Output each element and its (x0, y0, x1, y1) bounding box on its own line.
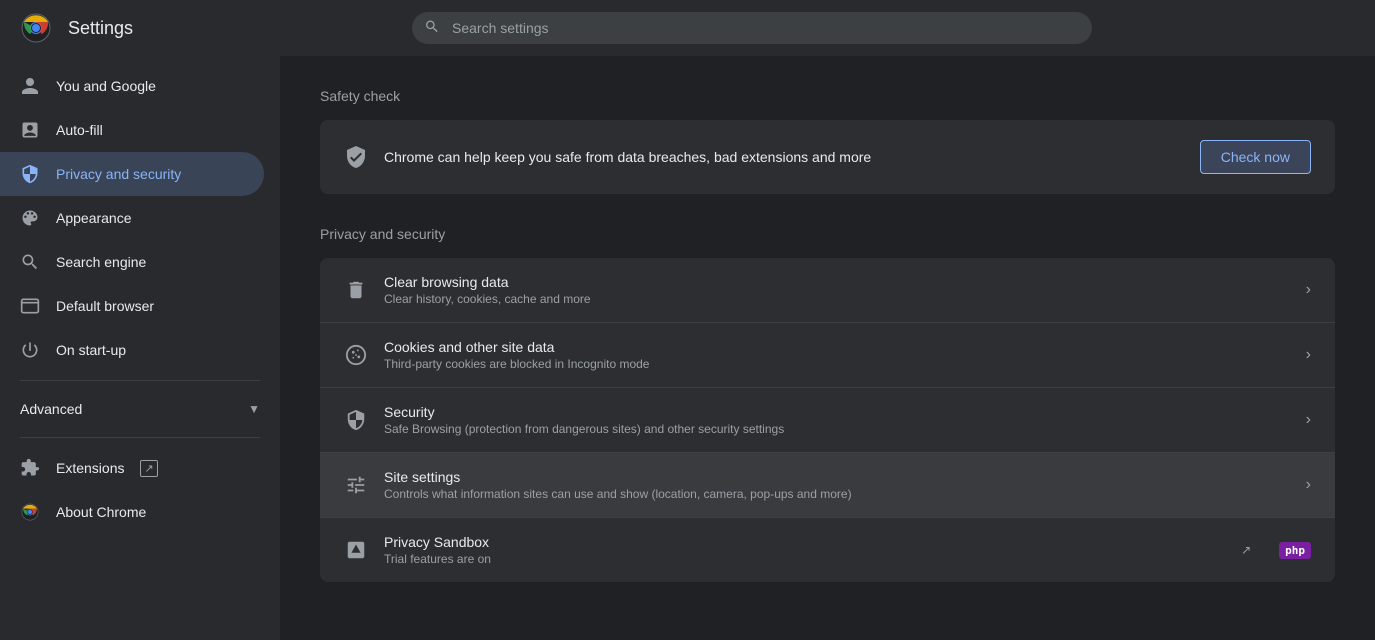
privacy-item-privacy-sandbox[interactable]: Privacy Sandbox Trial features are on ↗ … (320, 518, 1335, 582)
sidebar-item-default-browser[interactable]: Default browser (0, 284, 264, 328)
sidebar-item-appearance[interactable]: Appearance (0, 196, 264, 240)
external-link-icon-sandbox: ↗ (1241, 543, 1251, 557)
default-browser-label: Default browser (56, 298, 154, 314)
default-browser-icon (20, 296, 40, 316)
sidebar-item-privacy-security[interactable]: Privacy and security (0, 152, 264, 196)
safety-check-description: Chrome can help keep you safe from data … (384, 149, 1184, 165)
sidebar-advanced-section[interactable]: Advanced ▼ (0, 389, 280, 429)
topbar: Settings (0, 0, 1375, 56)
sidebar-divider (20, 380, 260, 381)
autofill-icon (20, 120, 40, 140)
sidebar-item-search-engine[interactable]: Search engine (0, 240, 264, 284)
site-settings-subtitle: Controls what information sites can use … (384, 487, 1290, 501)
safety-check-card: Chrome can help keep you safe from data … (320, 120, 1335, 194)
site-settings-content: Site settings Controls what information … (384, 469, 1290, 501)
search-input[interactable] (412, 12, 1092, 44)
arrow-right-icon-2: › (1306, 411, 1311, 429)
about-chrome-icon (20, 502, 40, 522)
about-chrome-label: About Chrome (56, 504, 146, 520)
trash-icon (344, 278, 368, 302)
palette-icon (20, 208, 40, 228)
site-settings-icon (344, 473, 368, 497)
check-now-button[interactable]: Check now (1200, 140, 1311, 174)
you-and-google-label: You and Google (56, 78, 156, 94)
safety-check-title: Safety check (320, 88, 1335, 104)
content-area: Safety check Chrome can help keep you sa… (280, 56, 1375, 640)
appearance-label: Appearance (56, 210, 132, 226)
site-settings-title: Site settings (384, 469, 1290, 485)
search-engine-icon (20, 252, 40, 272)
privacy-item-site-settings[interactable]: Site settings Controls what information … (320, 453, 1335, 518)
security-shield-icon (344, 408, 368, 432)
sidebar-item-on-startup[interactable]: On start-up (0, 328, 264, 372)
power-icon (20, 340, 40, 360)
clear-browsing-data-title: Clear browsing data (384, 274, 1290, 290)
privacy-sandbox-content: Privacy Sandbox Trial features are on (384, 534, 1225, 566)
arrow-right-icon-3: › (1306, 476, 1311, 494)
arrow-right-icon-1: › (1306, 346, 1311, 364)
search-bar-icon (424, 19, 440, 38)
cookie-icon (344, 343, 368, 367)
sidebar-item-you-and-google[interactable]: You and Google (0, 64, 264, 108)
external-link-icon: ↗ (140, 460, 157, 477)
php-badge: php (1279, 542, 1311, 559)
privacy-item-security[interactable]: Security Safe Browsing (protection from … (320, 388, 1335, 453)
sidebar-item-extensions[interactable]: Extensions ↗ (0, 446, 264, 490)
security-content: Security Safe Browsing (protection from … (384, 404, 1290, 436)
privacy-item-clear-browsing-data[interactable]: Clear browsing data Clear history, cooki… (320, 258, 1335, 323)
autofill-label: Auto-fill (56, 122, 103, 138)
advanced-label: Advanced (20, 401, 82, 417)
clear-browsing-data-content: Clear browsing data Clear history, cooki… (384, 274, 1290, 306)
sidebar: You and Google Auto-fill Privacy and sec… (0, 56, 280, 640)
privacy-sandbox-subtitle: Trial features are on (384, 552, 1225, 566)
sandbox-icon (344, 538, 368, 562)
search-bar-container (412, 12, 1092, 44)
privacy-sandbox-title: Privacy Sandbox (384, 534, 1225, 550)
chevron-down-icon: ▼ (248, 402, 260, 416)
arrow-right-icon-0: › (1306, 281, 1311, 299)
sidebar-item-autofill[interactable]: Auto-fill (0, 108, 264, 152)
sidebar-item-about-chrome[interactable]: About Chrome (0, 490, 264, 534)
safety-shield-icon (344, 145, 368, 169)
cookies-subtitle: Third-party cookies are blocked in Incog… (384, 357, 1290, 371)
cookies-title: Cookies and other site data (384, 339, 1290, 355)
cookies-content: Cookies and other site data Third-party … (384, 339, 1290, 371)
clear-browsing-data-subtitle: Clear history, cookies, cache and more (384, 292, 1290, 306)
search-engine-label: Search engine (56, 254, 146, 270)
extensions-label: Extensions (56, 460, 124, 476)
security-title: Security (384, 404, 1290, 420)
privacy-security-list: Clear browsing data Clear history, cooki… (320, 258, 1335, 582)
person-icon (20, 76, 40, 96)
on-startup-label: On start-up (56, 342, 126, 358)
privacy-security-section-title: Privacy and security (320, 226, 1335, 242)
shield-icon (20, 164, 40, 184)
security-subtitle: Safe Browsing (protection from dangerous… (384, 422, 1290, 436)
settings-title: Settings (68, 18, 133, 39)
extensions-icon (20, 458, 40, 478)
sidebar-divider-2 (20, 437, 260, 438)
privacy-security-label: Privacy and security (56, 166, 181, 182)
main-layout: You and Google Auto-fill Privacy and sec… (0, 56, 1375, 640)
privacy-item-cookies[interactable]: Cookies and other site data Third-party … (320, 323, 1335, 388)
chrome-logo-icon (20, 12, 52, 44)
